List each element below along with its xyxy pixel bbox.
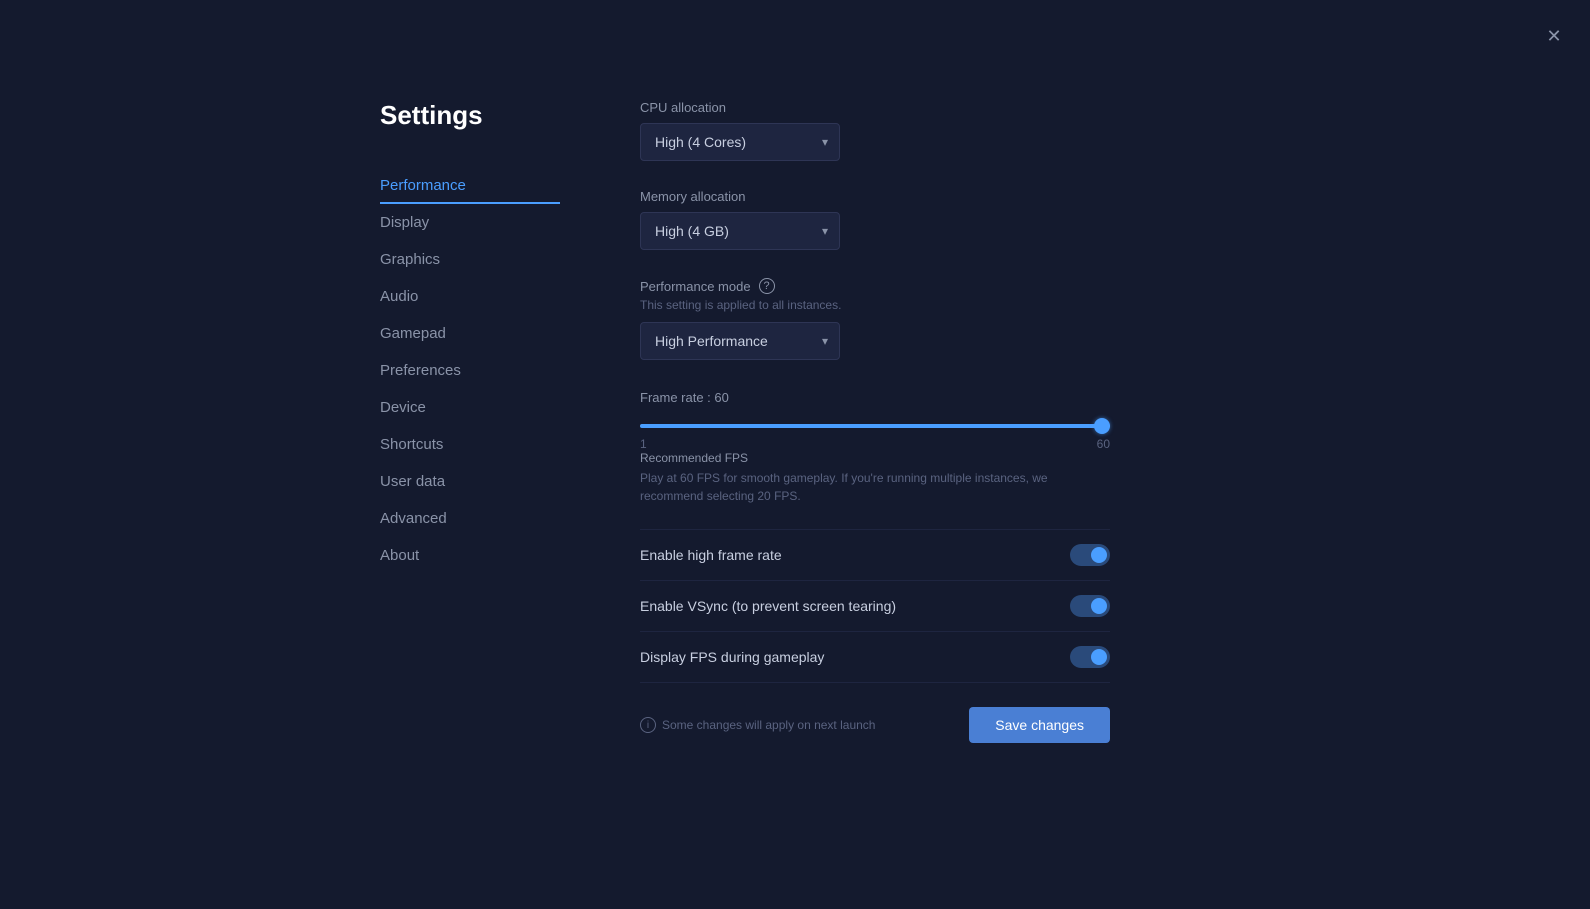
display-fps-toggle[interactable] xyxy=(1070,646,1110,668)
slider-range-labels: 1 60 xyxy=(640,437,1110,451)
sidebar: Settings Performance Display Graphics Au… xyxy=(380,100,560,783)
sidebar-item-audio[interactable]: Audio xyxy=(380,278,560,315)
cpu-dropdown-container: High (4 Cores) Medium (2 Cores) Low (1 C… xyxy=(640,123,840,161)
display-fps-thumb xyxy=(1091,649,1107,665)
settings-container: Settings Performance Display Graphics Au… xyxy=(0,0,1590,783)
perf-mode-hint: This setting is applied to all instances… xyxy=(640,298,1160,312)
frame-rate-slider-wrapper: 1 60 xyxy=(640,415,1110,451)
cpu-allocation-section: CPU allocation High (4 Cores) Medium (2 … xyxy=(640,100,1160,161)
frame-rate-section: Frame rate : 60 1 60 Recommended FPS Pla… xyxy=(640,390,1160,505)
frame-rate-label: Frame rate : 60 xyxy=(640,390,1160,405)
memory-allocation-select[interactable]: High (4 GB) Medium (2 GB) Low (1 GB) xyxy=(640,212,840,250)
perf-mode-section: Performance mode ? This setting is appli… xyxy=(640,278,1160,360)
perf-mode-label-row: Performance mode ? xyxy=(640,278,1160,294)
info-icon: i xyxy=(640,717,656,733)
memory-allocation-label: Memory allocation xyxy=(640,189,1160,204)
frame-rate-slider[interactable] xyxy=(640,424,1110,428)
fps-hint-title: Recommended FPS xyxy=(640,451,1160,465)
sidebar-item-display[interactable]: Display xyxy=(380,204,560,241)
footer-note-text: Some changes will apply on next launch xyxy=(662,718,875,732)
perf-mode-select[interactable]: High Performance Balanced Power Saver xyxy=(640,322,840,360)
page-title: Settings xyxy=(380,100,560,131)
cpu-allocation-label: CPU allocation xyxy=(640,100,1160,115)
slider-max-label: 60 xyxy=(1097,437,1110,451)
toggle-row-vsync: Enable VSync (to prevent screen tearing) xyxy=(640,580,1110,631)
footer-note: i Some changes will apply on next launch xyxy=(640,717,875,733)
vsync-toggle[interactable] xyxy=(1070,595,1110,617)
memory-dropdown-container: High (4 GB) Medium (2 GB) Low (1 GB) ▾ xyxy=(640,212,840,250)
high-frame-rate-label: Enable high frame rate xyxy=(640,547,782,563)
fps-hint-text: Play at 60 FPS for smooth gameplay. If y… xyxy=(640,469,1100,505)
display-fps-label: Display FPS during gameplay xyxy=(640,649,824,665)
toggle-row-high-frame-rate: Enable high frame rate xyxy=(640,529,1110,580)
sidebar-item-preferences[interactable]: Preferences xyxy=(380,352,560,389)
toggle-row-display-fps: Display FPS during gameplay xyxy=(640,631,1110,682)
sidebar-item-about[interactable]: About xyxy=(380,537,560,574)
sidebar-item-device[interactable]: Device xyxy=(380,389,560,426)
close-icon: ✕ xyxy=(1546,26,1561,47)
footer: i Some changes will apply on next launch… xyxy=(640,682,1110,743)
main-content: CPU allocation High (4 Cores) Medium (2 … xyxy=(640,100,1160,783)
memory-allocation-section: Memory allocation High (4 GB) Medium (2 … xyxy=(640,189,1160,250)
vsync-label: Enable VSync (to prevent screen tearing) xyxy=(640,598,896,614)
sidebar-item-advanced[interactable]: Advanced xyxy=(380,500,560,537)
high-frame-rate-toggle[interactable] xyxy=(1070,544,1110,566)
slider-min-label: 1 xyxy=(640,437,647,451)
vsync-thumb xyxy=(1091,598,1107,614)
save-button[interactable]: Save changes xyxy=(969,707,1110,743)
sidebar-item-gamepad[interactable]: Gamepad xyxy=(380,315,560,352)
perf-mode-help-icon[interactable]: ? xyxy=(759,278,775,294)
sidebar-item-performance[interactable]: Performance xyxy=(380,167,560,204)
sidebar-item-shortcuts[interactable]: Shortcuts xyxy=(380,426,560,463)
sidebar-item-user-data[interactable]: User data xyxy=(380,463,560,500)
perf-mode-dropdown-container: High Performance Balanced Power Saver ▾ xyxy=(640,322,840,360)
close-button[interactable]: ✕ xyxy=(1538,20,1570,52)
sidebar-item-graphics[interactable]: Graphics xyxy=(380,241,560,278)
cpu-allocation-select[interactable]: High (4 Cores) Medium (2 Cores) Low (1 C… xyxy=(640,123,840,161)
perf-mode-label-text: Performance mode xyxy=(640,279,751,294)
high-frame-rate-thumb xyxy=(1091,547,1107,563)
